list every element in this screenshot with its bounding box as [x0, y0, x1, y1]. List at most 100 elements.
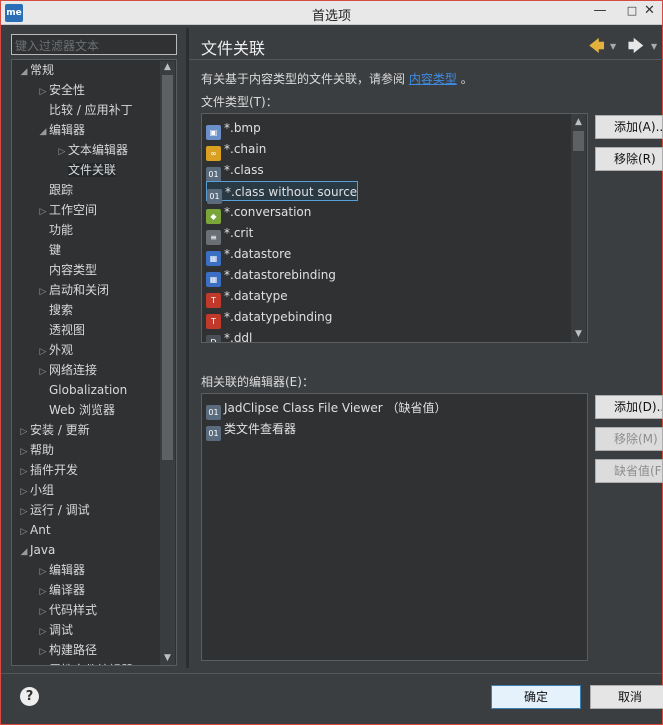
collapsed-arrow-icon[interactable]: ▷ — [37, 602, 49, 622]
collapsed-arrow-icon[interactable]: ▷ — [37, 642, 49, 662]
collapsed-arrow-icon[interactable]: ▷ — [37, 582, 49, 602]
tree-scrollbar-thumb[interactable] — [162, 75, 173, 460]
tree-item[interactable]: ◢ Java — [18, 540, 56, 562]
collapsed-arrow-icon[interactable]: ▷ — [18, 502, 30, 522]
collapsed-arrow-icon[interactable]: ▷ — [56, 142, 68, 162]
tree-item[interactable]: 键 — [37, 240, 61, 260]
tree-item[interactable]: ▷ 运行 / 调试 — [18, 500, 90, 520]
tree-item[interactable]: ▷ 文本编辑器 — [56, 140, 128, 160]
collapsed-arrow-icon[interactable]: ▷ — [37, 622, 49, 642]
expanded-arrow-icon[interactable]: ◢ — [18, 542, 30, 562]
scroll-down-icon[interactable]: ▼ — [160, 653, 175, 663]
tree-item[interactable]: ▷ 启动和关闭 — [37, 280, 109, 300]
list-item[interactable]: D *.ddl — [206, 328, 252, 342]
scroll-up-icon[interactable]: ▲ — [571, 117, 586, 127]
tree-item[interactable]: ▷ 构建路径 — [37, 640, 97, 660]
panel-splitter[interactable] — [186, 28, 189, 668]
tree-item-label: 代码样式 — [49, 603, 98, 617]
collapsed-arrow-icon[interactable]: ▷ — [37, 342, 49, 362]
list-item-label: *.class without source — [225, 185, 358, 199]
list-item[interactable]: 01 *.class — [206, 160, 264, 182]
file-types-list[interactable]: ▣ *.bmp ∞ *.chain 01 *.class 01 *.class without… — [201, 113, 588, 343]
tree-item-label: 内容类型 — [49, 263, 98, 277]
add-file-type-button[interactable]: 添加(A)... — [595, 115, 663, 139]
tree-item-label: Globalization — [49, 383, 128, 397]
list-item-label: *.datatypebinding — [224, 310, 333, 324]
list-item[interactable]: ▣ *.bmp — [206, 118, 261, 140]
tree-item[interactable]: ▷ 外观 — [37, 340, 73, 360]
tree-item-label: 透视图 — [49, 323, 86, 337]
ok-button[interactable]: 确定 — [491, 685, 581, 709]
tree-item[interactable]: ▷ 安全性 — [37, 80, 85, 100]
list-item[interactable]: T *.datatype — [206, 286, 288, 308]
collapsed-arrow-icon[interactable]: ▷ — [37, 362, 49, 382]
tree-item[interactable]: ▷ 代码样式 — [37, 600, 97, 620]
collapsed-arrow-icon[interactable]: ▷ — [18, 442, 30, 462]
tree-item[interactable]: 属性文件编辑器 — [37, 660, 133, 665]
default-editor-button[interactable]: 缺省值(F) — [595, 459, 663, 483]
remove-file-type-button[interactable]: 移除(R) — [595, 147, 663, 171]
collapsed-arrow-icon[interactable]: ▷ — [37, 562, 49, 582]
forward-dropdown-icon[interactable]: ▼ — [651, 42, 657, 51]
forward-arrow-icon[interactable]: 🡆 — [628, 36, 644, 61]
list-item[interactable]: 01 *.class without source — [206, 181, 359, 204]
tree-item-label: 帮助 — [30, 443, 55, 457]
collapsed-arrow-icon[interactable]: ▷ — [37, 282, 49, 302]
list-item[interactable]: ▦ *.datastore — [206, 244, 291, 266]
tree-item[interactable]: ▷ 网络连接 — [37, 360, 97, 380]
list-item[interactable]: T *.datatypebinding — [206, 307, 333, 329]
list-item[interactable]: ∞ *.chain — [206, 139, 266, 161]
tree-item[interactable]: ▷ 调试 — [37, 620, 73, 640]
tree-item[interactable]: Web 浏览器 — [37, 400, 115, 420]
collapsed-arrow-icon[interactable]: ▷ — [37, 202, 49, 222]
list-item[interactable]: 01 JadClipse Class File Viewer （缺省值） — [206, 398, 447, 420]
tree-item[interactable]: ▷ 工作空间 — [37, 200, 97, 220]
tree-item[interactable]: ◢ 常规 — [18, 60, 54, 80]
collapsed-arrow-icon[interactable]: ▷ — [18, 462, 30, 482]
collapsed-arrow-icon[interactable]: ▷ — [18, 482, 30, 502]
list-item[interactable]: ▦ *.datastorebinding — [206, 265, 336, 287]
list-item-label: *.conversation — [224, 205, 312, 219]
associated-editors-list[interactable]: 01 JadClipse Class File Viewer （缺省值） 01 类文件… — [201, 393, 588, 661]
preferences-tree[interactable]: ◢ 常规 ▷ 安全性 比较 / 应用补丁 ◢ 编辑器 ▷ 文本编辑器 文件关联跟踪 ▷ 工作空间 功能键… — [11, 59, 177, 666]
tree-item[interactable]: 跟踪 — [37, 180, 73, 200]
tree-item[interactable]: ▷ 安装 / 更新 — [18, 420, 90, 440]
add-editor-button[interactable]: 添加(D)... — [595, 395, 663, 419]
tree-item-label: 跟踪 — [49, 183, 74, 197]
tree-item[interactable]: 透视图 — [37, 320, 85, 340]
list-item[interactable]: ◆ *.conversation — [206, 202, 312, 224]
cancel-button[interactable]: 取消 — [590, 685, 663, 709]
collapsed-arrow-icon[interactable]: ▷ — [18, 422, 30, 442]
tree-item[interactable]: ▷ Ant — [18, 520, 51, 540]
datastore-icon: ▦ — [206, 272, 221, 287]
back-arrow-icon[interactable]: 🡄 — [589, 36, 605, 61]
expanded-arrow-icon[interactable]: ◢ — [18, 62, 30, 82]
tree-item[interactable]: Globalization — [37, 380, 127, 400]
remove-editor-button[interactable]: 移除(M) — [595, 427, 663, 451]
tree-item[interactable]: ▷ 编辑器 — [37, 560, 85, 580]
close-button[interactable]: ✕ — [637, 1, 662, 23]
content-types-link[interactable]: 内容类型 — [409, 72, 457, 86]
tree-item[interactable]: ▷ 编译器 — [37, 580, 85, 600]
tree-item[interactable]: 功能 — [37, 220, 73, 240]
list-item[interactable]: 01 类文件查看器 — [206, 419, 296, 441]
help-icon[interactable]: ? — [20, 687, 39, 706]
filter-input[interactable]: 键入过滤器文本 — [11, 34, 177, 55]
scroll-up-icon[interactable]: ▲ — [160, 62, 175, 72]
back-dropdown-icon[interactable]: ▼ — [610, 42, 616, 51]
list-item[interactable]: ≡ *.crit — [206, 223, 253, 245]
tree-item[interactable]: 比较 / 应用补丁 — [37, 100, 133, 120]
collapsed-arrow-icon[interactable]: ▷ — [37, 82, 49, 102]
file-types-scrollbar-thumb[interactable] — [573, 131, 584, 151]
expanded-arrow-icon[interactable]: ◢ — [37, 122, 49, 142]
collapsed-arrow-icon[interactable]: ▷ — [18, 522, 30, 542]
minimize-button[interactable]: — — [587, 1, 613, 23]
tree-item[interactable]: ▷ 小组 — [18, 480, 54, 500]
tree-item[interactable]: 搜索 — [37, 300, 73, 320]
tree-item[interactable]: ▷ 帮助 — [18, 440, 54, 460]
tree-item[interactable]: ▷ 插件开发 — [18, 460, 78, 480]
tree-item[interactable]: 内容类型 — [37, 260, 97, 280]
scroll-down-icon[interactable]: ▼ — [571, 329, 586, 339]
tree-item[interactable]: 文件关联 — [56, 160, 117, 180]
tree-item[interactable]: ◢ 编辑器 — [37, 120, 85, 140]
